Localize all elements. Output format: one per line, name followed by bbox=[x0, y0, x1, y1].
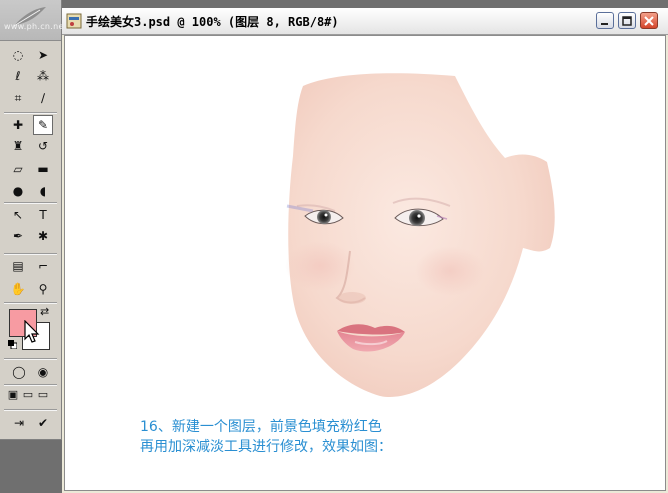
minimize-button[interactable] bbox=[596, 12, 614, 29]
screen-mode-full-button[interactable]: ▭ bbox=[36, 387, 50, 401]
default-colors-icon[interactable] bbox=[8, 340, 17, 349]
jump-to-imageready-button[interactable]: ⇥ bbox=[9, 413, 29, 433]
gradient-tool-icon: ▬ bbox=[37, 162, 49, 176]
quick-mask-mode-button[interactable]: ◉ bbox=[33, 362, 53, 382]
standard-mode-button-icon: ◯ bbox=[12, 365, 26, 379]
history-brush-tool-icon: ↺ bbox=[37, 139, 49, 153]
hand-tool-icon: ✋ bbox=[10, 282, 26, 296]
clone-stamp-tool-icon: ♜ bbox=[12, 139, 24, 153]
edit-in-imageready-button[interactable]: ✔ bbox=[33, 413, 53, 433]
document-titlebar[interactable]: 手绘美女3.psd @ 100% (图层 8, RGB/8#) bbox=[62, 8, 668, 35]
brush-tool-icon: ✎ bbox=[37, 118, 49, 132]
hand-tool[interactable]: ✋ bbox=[8, 279, 28, 299]
standard-mode-button[interactable]: ◯ bbox=[9, 362, 29, 382]
magic-wand-tool-icon: ⁂ bbox=[37, 69, 49, 83]
toolbox-header[interactable]: www.ph.cn.net bbox=[0, 0, 67, 41]
healing-brush-tool[interactable]: ✚ bbox=[8, 115, 28, 135]
maximize-button[interactable] bbox=[618, 12, 636, 29]
blur-tool-icon: ● bbox=[12, 184, 24, 198]
screen-mode-menu-button-icon: ▭ bbox=[22, 387, 34, 401]
eraser-tool-icon: ▱ bbox=[13, 162, 23, 176]
eraser-tool[interactable]: ▱ bbox=[8, 159, 28, 179]
document-window: 手绘美女3.psd @ 100% (图层 8, RGB/8#) 16、新建一个图… bbox=[62, 8, 668, 493]
move-tool[interactable]: ➤ bbox=[33, 45, 53, 65]
toolbox-divider bbox=[4, 358, 57, 360]
toolbox-divider bbox=[4, 409, 57, 411]
blur-tool[interactable]: ● bbox=[8, 181, 28, 201]
crop-tool-icon: ⌗ bbox=[14, 91, 22, 105]
psd-file-icon bbox=[66, 13, 82, 29]
screen-mode-full-button-icon: ▭ bbox=[37, 387, 49, 401]
type-tool-icon: T bbox=[39, 208, 47, 222]
jump-to-imageready-button-icon: ⇥ bbox=[13, 416, 25, 430]
tutorial-caption: 16、新建一个图层，前景色填充粉红色 再用加深减淡工具进行修改，效果如图： bbox=[140, 417, 392, 457]
toolbox-divider bbox=[4, 302, 57, 304]
slice-tool[interactable]: ∕ bbox=[33, 88, 53, 108]
toolbox-divider bbox=[4, 253, 57, 255]
toolbox-divider bbox=[4, 112, 57, 114]
lasso-tool-icon: ℓ bbox=[15, 69, 21, 83]
notes-tool[interactable]: ▤ bbox=[8, 256, 28, 276]
toolbox-divider bbox=[4, 202, 57, 204]
clone-stamp-tool[interactable]: ♜ bbox=[8, 136, 28, 156]
pen-tool[interactable]: ✒ bbox=[8, 226, 28, 246]
toolbox-divider bbox=[4, 384, 57, 386]
custom-shape-tool-icon: ✱ bbox=[37, 229, 49, 243]
lasso-tool[interactable]: ℓ bbox=[8, 66, 28, 86]
healing-brush-tool-icon: ✚ bbox=[12, 118, 24, 132]
close-icon bbox=[644, 15, 654, 26]
caption-line: 再用加深减淡工具进行修改，效果如图： bbox=[140, 439, 392, 455]
magic-wand-tool[interactable]: ⁂ bbox=[33, 66, 53, 86]
tools-panel: www.ph.cn.net ◌ ➤ ℓ ⁂ ⌗ ∕ ✚ ✎ ♜ ↺ ▱ ▬ ● ◖ ↖ T ✒ ✱ ▤ ⌐ ✋ ⚲ ◯ ◉ ▣ ▭… bbox=[0, 0, 67, 440]
path-selection-tool-icon: ↖ bbox=[12, 208, 24, 222]
marquee-tool[interactable]: ◌ bbox=[8, 45, 28, 65]
mouse-cursor-icon bbox=[24, 320, 40, 343]
screen-mode-standard-button-icon: ▣ bbox=[7, 387, 19, 401]
move-tool-icon: ➤ bbox=[37, 48, 49, 62]
dodge-tool[interactable]: ◖ bbox=[33, 181, 53, 201]
brush-tool[interactable]: ✎ bbox=[33, 115, 53, 135]
slice-tool-icon: ∕ bbox=[40, 91, 46, 105]
pen-tool-icon: ✒ bbox=[12, 229, 24, 243]
history-brush-tool[interactable]: ↺ bbox=[33, 136, 53, 156]
gradient-tool[interactable]: ▬ bbox=[33, 159, 53, 179]
maximize-icon bbox=[622, 15, 632, 26]
notes-tool-icon: ▤ bbox=[12, 259, 24, 273]
minimize-icon bbox=[601, 22, 608, 25]
zoom-tool[interactable]: ⚲ bbox=[33, 279, 53, 299]
crop-tool[interactable]: ⌗ bbox=[8, 88, 28, 108]
marquee-tool-icon: ◌ bbox=[12, 48, 24, 62]
quick-mask-mode-button-icon: ◉ bbox=[37, 365, 49, 379]
type-tool[interactable]: T bbox=[33, 205, 53, 225]
document-title: 手绘美女3.psd @ 100% (图层 8, RGB/8#) bbox=[86, 15, 339, 29]
edit-in-imageready-button-icon: ✔ bbox=[37, 416, 49, 430]
eyedropper-tool-icon: ⌐ bbox=[37, 259, 49, 273]
watermark-text: www.ph.cn.net bbox=[4, 22, 68, 31]
close-button[interactable] bbox=[640, 12, 658, 29]
dodge-tool-icon: ◖ bbox=[39, 184, 47, 198]
screen-mode-menu-button[interactable]: ▭ bbox=[21, 387, 35, 401]
zoom-tool-icon: ⚲ bbox=[38, 282, 48, 296]
image-canvas[interactable]: 16、新建一个图层，前景色填充粉红色 再用加深减淡工具进行修改，效果如图： bbox=[64, 35, 666, 491]
screen-mode-standard-button[interactable]: ▣ bbox=[6, 387, 20, 401]
custom-shape-tool[interactable]: ✱ bbox=[33, 226, 53, 246]
caption-line: 16、新建一个图层，前景色填充粉红色 bbox=[140, 419, 382, 435]
path-selection-tool[interactable]: ↖ bbox=[8, 205, 28, 225]
swap-colors-icon[interactable]: ⇄ bbox=[40, 305, 49, 318]
eyedropper-tool[interactable]: ⌐ bbox=[33, 256, 53, 276]
